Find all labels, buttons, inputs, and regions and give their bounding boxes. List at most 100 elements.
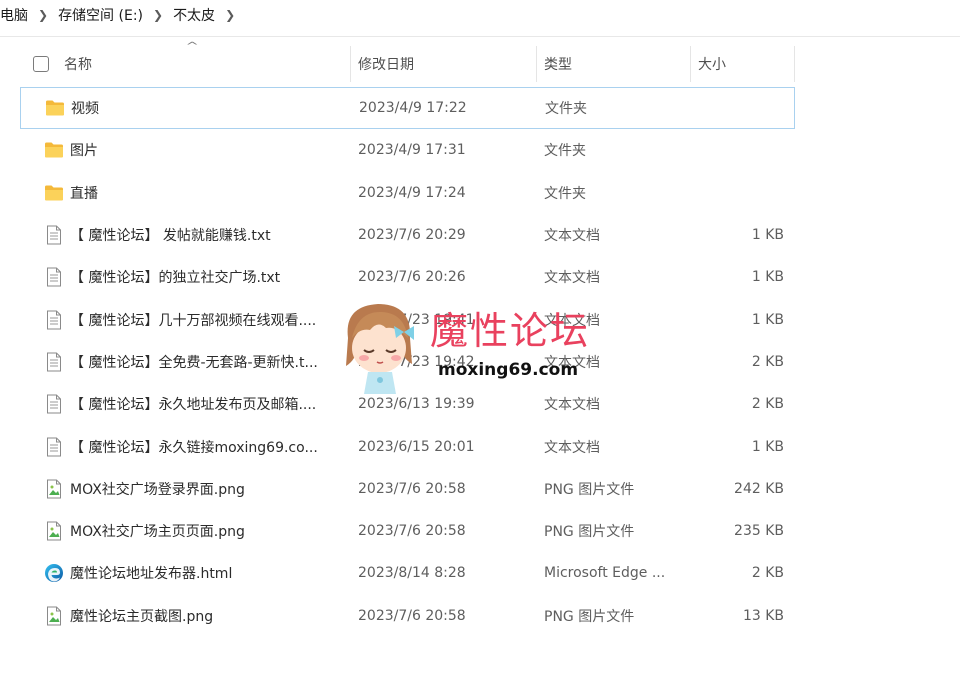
chevron-right-icon[interactable]: ❯ xyxy=(149,8,167,22)
breadcrumb-item-computer[interactable]: 电脑 xyxy=(0,5,34,25)
file-date: 2023/4/9 17:24 xyxy=(358,184,466,201)
file-size: 242 KB xyxy=(734,480,784,497)
file-date: 2023/8/14 8:28 xyxy=(358,565,466,582)
column-divider[interactable] xyxy=(690,46,691,82)
file-name[interactable]: MOX社交广场登录界面.png xyxy=(70,479,245,499)
file-name[interactable]: 【 魔性论坛】 发帖就能赚钱.txt xyxy=(70,225,271,245)
text-file-icon xyxy=(44,394,64,414)
file-date: 2023/6/15 20:01 xyxy=(358,438,475,455)
file-row[interactable]: 视频 2023/4/9 17:22 文件夹 xyxy=(20,87,795,130)
file-row[interactable]: MOX社交广场登录界面.png 2023/7/6 20:58 PNG 图片文件 242… xyxy=(20,468,795,510)
column-header: ^ 名称 修改日期 类型 大小 xyxy=(20,41,795,84)
column-header-date[interactable]: 修改日期 xyxy=(358,44,536,84)
file-name[interactable]: 【 魔性论坛】永久地址发布页及邮箱.... xyxy=(70,394,316,414)
file-name-cell: 【 魔性论坛】永久链接moxing69.co... xyxy=(44,425,362,467)
file-type: PNG 图片文件 xyxy=(544,524,635,541)
file-name-cell: MOX社交广场登录界面.png xyxy=(44,468,362,510)
file-row[interactable]: 【 魔性论坛】永久链接moxing69.co... 2023/6/15 20:01… xyxy=(20,425,795,467)
file-name-cell: 魔性论坛地址发布器.html xyxy=(44,552,362,594)
file-size: 235 KB xyxy=(734,523,784,540)
file-row[interactable]: 直播 2023/4/9 17:24 文件夹 xyxy=(20,172,795,214)
select-all-checkbox[interactable] xyxy=(33,56,49,72)
file-name[interactable]: MOX社交广场主页页面.png xyxy=(70,521,245,541)
file-type: 文件夹 xyxy=(544,185,586,202)
file-row[interactable]: 魔性论坛主页截图.png 2023/7/6 20:58 PNG 图片文件 13 KB xyxy=(20,595,795,637)
file-name-cell: 直播 xyxy=(44,172,362,214)
file-name-cell: MOX社交广场主页页面.png xyxy=(44,510,362,552)
file-name-cell: 视频 xyxy=(45,88,363,128)
file-type: Microsoft Edge ... xyxy=(544,565,666,582)
file-size: 1 KB xyxy=(751,311,784,328)
file-size: 1 KB xyxy=(751,227,784,244)
file-name[interactable]: 图片 xyxy=(70,140,98,160)
column-header-type[interactable]: 类型 xyxy=(544,44,690,84)
file-date: 2023/7/6 20:29 xyxy=(358,227,466,244)
file-name-cell: 【 魔性论坛】 发帖就能赚钱.txt xyxy=(44,214,362,256)
watermark-title: 魔性论坛 xyxy=(430,309,591,353)
file-name[interactable]: 【 魔性论坛】全免费-无套路-更新快.t... xyxy=(70,352,318,372)
file-name[interactable]: 魔性论坛主页截图.png xyxy=(70,606,213,626)
breadcrumb-divider xyxy=(0,36,960,37)
file-size: 2 KB xyxy=(751,565,784,582)
file-type: 文本文档 xyxy=(544,270,600,287)
file-size xyxy=(695,88,785,128)
file-name[interactable]: 直播 xyxy=(70,183,98,203)
folder-icon xyxy=(44,140,64,160)
image-file-icon xyxy=(44,521,64,541)
image-file-icon xyxy=(44,479,64,499)
watermark: 魔性论坛 moxing69.com xyxy=(330,298,620,398)
file-date: 2023/4/9 17:31 xyxy=(358,142,466,159)
chevron-right-icon[interactable]: ❯ xyxy=(221,8,239,22)
column-header-name[interactable]: 名称 xyxy=(64,44,350,84)
file-size xyxy=(694,172,784,214)
file-row[interactable]: 图片 2023/4/9 17:31 文件夹 xyxy=(20,129,795,171)
watermark-url: moxing69.com xyxy=(438,360,579,380)
file-name-cell: 【 魔性论坛】的独立社交广场.txt xyxy=(44,256,362,298)
file-name[interactable]: 【 魔性论坛】几十万部视频在线观看.... xyxy=(70,310,316,330)
breadcrumb-item-drive[interactable]: 存储空间 (E:) xyxy=(52,5,149,25)
text-file-icon xyxy=(44,352,64,372)
column-divider[interactable] xyxy=(350,46,351,82)
file-row[interactable]: 【 魔性论坛】 发帖就能赚钱.txt 2023/7/6 20:29 文本文档 1 KB xyxy=(20,214,795,256)
text-file-icon xyxy=(44,225,64,245)
folder-icon xyxy=(45,98,65,118)
cartoon-girl-icon xyxy=(346,304,414,394)
breadcrumb: 电脑 ❯ 存储空间 (E:) ❯ 不太皮 ❯ xyxy=(0,0,960,30)
folder-icon xyxy=(44,183,64,203)
file-row[interactable]: 【 魔性论坛】的独立社交广场.txt 2023/7/6 20:26 文本文档 1 KB xyxy=(20,256,795,298)
file-date: 2023/7/6 20:58 xyxy=(358,523,466,540)
file-type: 文件夹 xyxy=(544,143,586,160)
file-size: 1 KB xyxy=(751,438,784,455)
file-type: PNG 图片文件 xyxy=(544,608,635,625)
text-file-icon xyxy=(44,310,64,330)
file-row[interactable]: MOX社交广场主页页面.png 2023/7/6 20:58 PNG 图片文件 235… xyxy=(20,510,795,552)
chevron-right-icon[interactable]: ❯ xyxy=(34,8,52,22)
file-name-cell: 魔性论坛主页截图.png xyxy=(44,595,362,637)
file-type: 文本文档 xyxy=(544,228,600,245)
file-name-cell: 【 魔性论坛】全免费-无套路-更新快.t... xyxy=(44,341,362,383)
edge-icon xyxy=(44,563,64,583)
image-file-icon xyxy=(44,606,64,626)
file-size xyxy=(694,129,784,171)
file-name[interactable]: 【 魔性论坛】永久链接moxing69.co... xyxy=(70,437,318,457)
text-file-icon xyxy=(44,267,64,287)
file-date: 2023/7/6 20:58 xyxy=(358,480,466,497)
file-name[interactable]: 【 魔性论坛】的独立社交广场.txt xyxy=(70,267,280,287)
file-name[interactable]: 视频 xyxy=(71,98,99,118)
file-size: 1 KB xyxy=(751,269,784,286)
file-name-cell: 【 魔性论坛】永久地址发布页及邮箱.... xyxy=(44,383,362,425)
file-type: 文本文档 xyxy=(544,439,600,456)
file-name-cell: 图片 xyxy=(44,129,362,171)
column-divider[interactable] xyxy=(536,46,537,82)
column-header-size[interactable]: 大小 xyxy=(698,44,794,84)
column-divider[interactable] xyxy=(794,46,795,82)
file-row[interactable]: 魔性论坛地址发布器.html 2023/8/14 8:28 Microsoft Ed… xyxy=(20,552,795,594)
file-date: 2023/7/6 20:58 xyxy=(358,607,466,624)
breadcrumb-item-folder[interactable]: 不太皮 xyxy=(167,5,221,25)
file-name-cell: 【 魔性论坛】几十万部视频在线观看.... xyxy=(44,298,362,340)
file-type: 文件夹 xyxy=(545,101,587,118)
file-name[interactable]: 魔性论坛地址发布器.html xyxy=(70,563,232,583)
file-date: 2023/7/6 20:26 xyxy=(358,269,466,286)
file-size: 2 KB xyxy=(751,396,784,413)
file-size: 13 KB xyxy=(742,607,784,624)
